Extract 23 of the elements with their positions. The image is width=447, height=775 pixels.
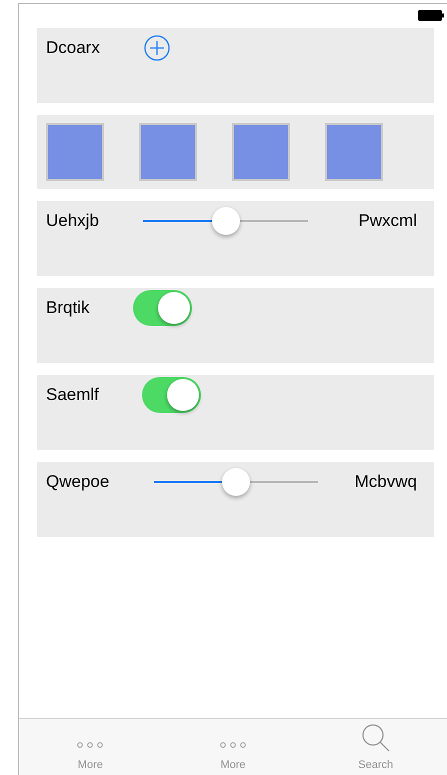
row-label: Uehxjb (46, 210, 100, 232)
value-label: Mcbvwq (354, 471, 417, 494)
image-thumbnail (232, 123, 290, 181)
row-label: Qwepoe (46, 471, 110, 494)
slider[interactable] (154, 468, 318, 496)
add-button[interactable] (144, 35, 170, 61)
image-thumbnail (139, 123, 197, 181)
image-thumbnail (46, 123, 104, 181)
tab-bar-item[interactable]: More (162, 719, 304, 775)
toggle-switch[interactable] (133, 290, 192, 326)
more-icon (220, 742, 246, 748)
tab-bar-item[interactable]: More (19, 719, 162, 775)
image-thumbnail (325, 123, 383, 181)
row-label: Saemlf (46, 384, 100, 406)
search-icon (360, 722, 391, 752)
slider[interactable] (143, 207, 308, 235)
toggle-switch[interactable] (142, 377, 201, 413)
battery-icon (418, 10, 444, 21)
row-label: Dcoarx (46, 37, 101, 60)
tab-bar-item[interactable]: Search (304, 719, 447, 775)
row-label: Brqtik (46, 297, 90, 320)
more-icon (77, 742, 104, 748)
value-label: Pwxcml (358, 210, 417, 232)
